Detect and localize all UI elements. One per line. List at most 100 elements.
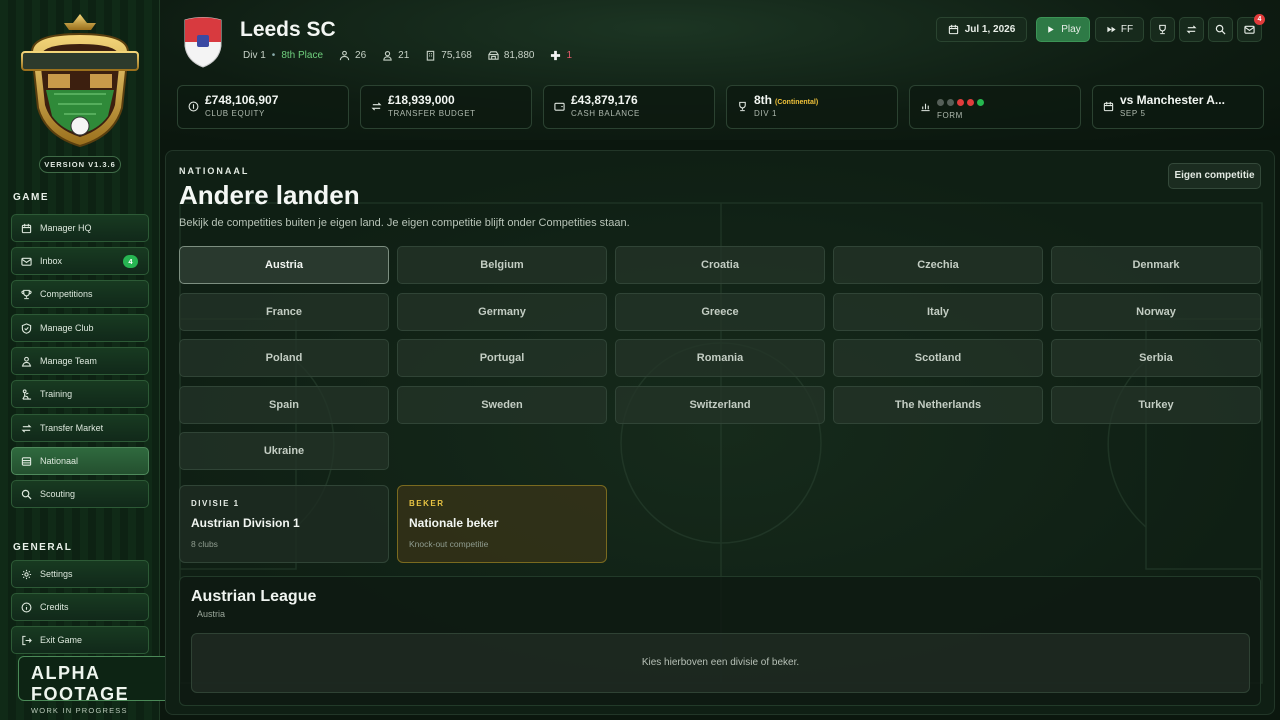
country-netherlands[interactable]: The Netherlands [833, 386, 1043, 424]
fast-forward-button[interactable]: FF [1095, 17, 1144, 42]
country-czechia[interactable]: Czechia [833, 246, 1043, 284]
form-result-dot [957, 99, 964, 106]
league-subtitle: Austria [197, 609, 226, 619]
country-turkey[interactable]: Turkey [1051, 386, 1261, 424]
play-label: Play [1061, 24, 1081, 35]
competition-card-division[interactable]: DIVISIE 1 Austrian Division 1 8 clubs [179, 485, 389, 563]
separator-dot: • [271, 50, 276, 61]
trophy-icon [739, 101, 746, 112]
country-portugal[interactable]: Portugal [397, 339, 607, 377]
form-result-dot [967, 99, 974, 106]
nav-manager-hq[interactable]: Manager HQ [11, 214, 149, 242]
card-value: £18,939,000 [388, 93, 455, 107]
shield-icon [21, 322, 32, 334]
league-title: Austrian League [191, 588, 317, 605]
gear-icon [21, 569, 32, 579]
country-germany[interactable]: Germany [397, 293, 607, 331]
bar-chart-icon [921, 103, 930, 112]
players-icon [339, 50, 350, 61]
nav-label: Nationaal [40, 456, 79, 466]
play-button[interactable]: Play [1036, 17, 1090, 42]
country-serbia[interactable]: Serbia [1051, 339, 1261, 377]
country-ukraine[interactable]: Ukraine [179, 432, 389, 470]
calendar-icon [1103, 101, 1114, 112]
nav-scouting[interactable]: Scouting [11, 480, 149, 508]
country-croatia[interactable]: Croatia [615, 246, 825, 284]
calendar-icon [21, 223, 32, 233]
nav-nationaal[interactable]: Nationaal [11, 447, 149, 475]
country-scotland[interactable]: Scotland [833, 339, 1043, 377]
nav-manage-club[interactable]: Manage Club [11, 314, 149, 342]
search-button[interactable] [1208, 17, 1233, 42]
position-tag: (Continental) [775, 99, 819, 106]
nav-label: Inbox [40, 256, 63, 266]
country-denmark[interactable]: Denmark [1051, 246, 1261, 284]
card-value: vs Manchester A... [1120, 93, 1225, 107]
trophy-icon [21, 289, 32, 299]
info-icon [21, 602, 32, 612]
empty-state-message: Kies hierboven een divisie of beker. [191, 633, 1250, 693]
squad-stat: 26 [339, 50, 366, 61]
next-match-card[interactable]: vs Manchester A... SEP 5 [1092, 85, 1264, 129]
card-label: DIV 1 [754, 109, 778, 118]
wallet-icon [554, 102, 565, 111]
country-poland[interactable]: Poland [179, 339, 389, 377]
play-icon [1048, 26, 1054, 33]
transfers-shortcut-button[interactable] [1179, 17, 1204, 42]
football-club-builder-logo [21, 14, 139, 148]
medical-cross-icon [551, 50, 561, 61]
nav-credits[interactable]: Credits [11, 593, 149, 621]
card-label: FORM [937, 111, 963, 120]
nav-label: Manager HQ [40, 223, 92, 233]
country-switzerland[interactable]: Switzerland [615, 386, 825, 424]
nav-transfer-market[interactable]: Transfer Market [11, 414, 149, 442]
medical-stat-value: 1 [566, 50, 573, 61]
fans-stat: 81,880 [488, 50, 534, 61]
notification-badge: 4 [1254, 14, 1265, 25]
form-card: FORM [909, 85, 1081, 129]
nav-inbox[interactable]: Inbox 4 [11, 247, 149, 275]
country-austria[interactable]: Austria [179, 246, 389, 284]
competition-kicker: DIVISIE 1 [191, 499, 240, 508]
exit-icon [22, 635, 32, 645]
country-france[interactable]: France [179, 293, 389, 331]
competition-card-cup[interactable]: BEKER Nationale beker Knock-out competit… [397, 485, 607, 563]
trophy-icon [1159, 24, 1166, 35]
search-icon [1215, 24, 1226, 35]
fast-forward-icon [1107, 26, 1116, 33]
country-sweden[interactable]: Sweden [397, 386, 607, 424]
card-label: CLUB EQUITY [205, 109, 265, 118]
nav-manage-team[interactable]: Manage Team [11, 347, 149, 375]
fast-forward-label: FF [1120, 24, 1134, 35]
own-competition-button[interactable]: Eigen competitie [1168, 163, 1261, 189]
section-kicker: NATIONAAL [179, 166, 250, 176]
nav-label: Competitions [40, 289, 93, 299]
form-dots [937, 99, 984, 106]
page-subtitle: Bekijk de competities buiten je eigen la… [179, 217, 630, 229]
competition-kicker: BEKER [409, 499, 445, 508]
current-date: Jul 1, 2026 [964, 24, 1016, 35]
cash-balance-card: £43,879,176 CASH BALANCE [543, 85, 715, 129]
country-romania[interactable]: Romania [615, 339, 825, 377]
club-name: Leeds SC [240, 18, 336, 41]
training-icon [22, 388, 32, 400]
nav-competitions[interactable]: Competitions [11, 280, 149, 308]
country-italy[interactable]: Italy [833, 293, 1043, 331]
country-greece[interactable]: Greece [615, 293, 825, 331]
nav-exit-game[interactable]: Exit Game [11, 626, 149, 654]
date-button[interactable]: Jul 1, 2026 [936, 17, 1027, 42]
competition-detail: Knock-out competitie [409, 539, 489, 549]
nav-settings[interactable]: Settings [11, 560, 149, 588]
country-belgium[interactable]: Belgium [397, 246, 607, 284]
flag-icon [21, 456, 32, 466]
league-position-card: 8th (Continental) DIV 1 [726, 85, 898, 129]
card-value: £748,106,907 [205, 93, 279, 107]
competitions-shortcut-button[interactable] [1150, 17, 1175, 42]
transfer-budget-card: £18,939,000 TRANSFER BUDGET [360, 85, 532, 129]
general-section-title: GENERAL [13, 542, 73, 553]
country-norway[interactable]: Norway [1051, 293, 1261, 331]
version-badge: VERSION V1.3.6 [39, 156, 121, 173]
nav-training[interactable]: Training [11, 380, 149, 408]
card-label: SEP 5 [1120, 109, 1146, 118]
country-spain[interactable]: Spain [179, 386, 389, 424]
